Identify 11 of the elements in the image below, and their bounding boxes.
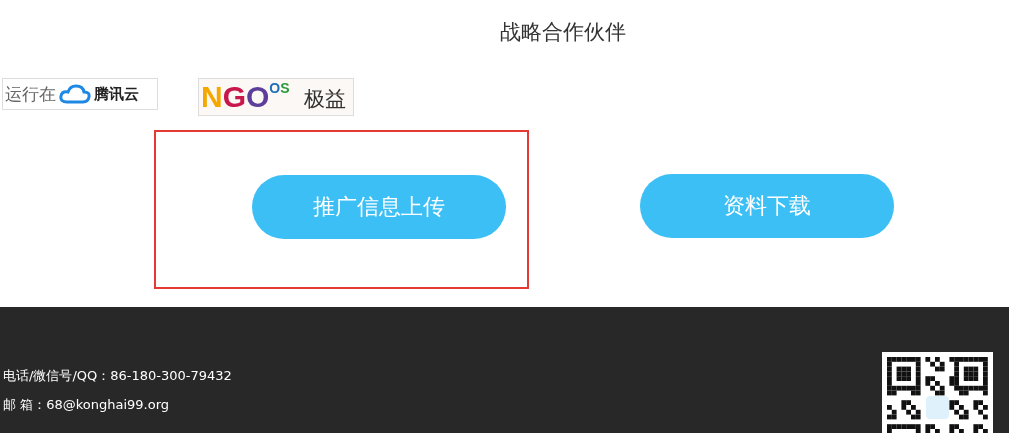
action-button[interactable]: 资料下载 (640, 174, 894, 238)
logo-letters: NGO (201, 81, 270, 113)
logo-name: 极益 (303, 86, 346, 113)
cloud-icon (59, 84, 91, 104)
logo-prefix: 运行在 (5, 82, 56, 106)
action-button[interactable]: 推广信息上传 (252, 175, 506, 239)
logo-superscript: OS (269, 80, 290, 96)
section-title: 战略合作伙伴 (500, 20, 626, 44)
logo-brand: 腾讯云 (94, 84, 139, 104)
contact-line: 邮 箱：68@konghai99.org (3, 396, 170, 414)
contact-line: 电话/微信号/QQ：86-180-300-79432 (3, 367, 232, 385)
